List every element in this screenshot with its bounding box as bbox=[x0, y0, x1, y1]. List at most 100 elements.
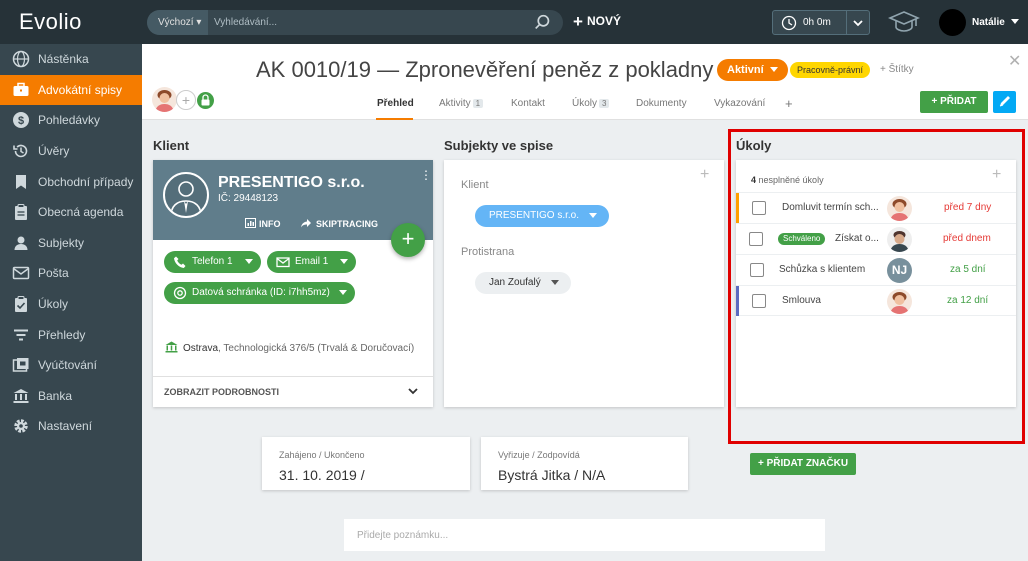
subject-client-chip[interactable]: PRESENTIGO s.r.o. bbox=[475, 205, 610, 227]
subjects-section-title: Subjekty ve spise bbox=[444, 138, 554, 153]
subjects-card: + Klient PRESENTIGO s.r.o. Protistrana J… bbox=[444, 160, 724, 407]
add-person-button[interactable]: + bbox=[176, 90, 196, 110]
graduation-cap-icon[interactable] bbox=[888, 9, 920, 35]
sidebar-item-obchodni-pripady[interactable]: Obchodní případy bbox=[0, 166, 142, 197]
tab-kontakt[interactable]: Kontakt bbox=[511, 98, 545, 109]
email-label: Email 1 bbox=[295, 256, 329, 267]
user-avatar[interactable] bbox=[939, 9, 966, 36]
edit-button[interactable] bbox=[993, 91, 1016, 113]
caret-down-icon bbox=[589, 213, 598, 218]
caret-down-icon bbox=[245, 259, 253, 264]
add-subject-plus-icon[interactable]: + bbox=[700, 166, 709, 184]
clock-icon bbox=[781, 15, 797, 31]
case-tag-badge[interactable]: Pracovně-právní bbox=[790, 62, 871, 78]
client-address-detail: , Technologická 376/5 (Trvalá & Doručova… bbox=[218, 343, 415, 354]
note-input[interactable] bbox=[344, 519, 825, 551]
tab-ukoly[interactable]: Úkoly 3 bbox=[572, 98, 610, 109]
phone-icon bbox=[174, 256, 186, 268]
show-details-label: ZOBRAZIT PODROBNOSTI bbox=[164, 387, 279, 397]
client-section-title: Klient bbox=[153, 138, 190, 153]
tab-prehled[interactable]: Přehled bbox=[377, 98, 414, 109]
tab-add[interactable]: + bbox=[785, 96, 793, 111]
search-icon[interactable] bbox=[534, 14, 551, 31]
plus-icon: + bbox=[573, 12, 583, 31]
tab-dokumenty[interactable]: Dokumenty bbox=[636, 98, 687, 109]
user-menu-caret-icon[interactable] bbox=[1011, 19, 1019, 24]
tab-count-badge: 3 bbox=[599, 99, 610, 108]
handler-value[interactable]: Bystrá Jitka / N/A bbox=[498, 467, 605, 483]
tab-aktivity[interactable]: Aktivity 1 bbox=[439, 98, 484, 109]
email-chip[interactable]: Email 1 bbox=[267, 251, 356, 273]
add-tag-button[interactable]: + PŘIDAT ZNAČKU bbox=[750, 453, 856, 475]
user-name[interactable]: Natálie bbox=[972, 17, 1005, 28]
client-card-header: PRESENTIGO s.r.o. IČ: 29448123 ⋮ INFO SK… bbox=[153, 160, 433, 240]
filter-icon bbox=[14, 329, 28, 341]
close-icon[interactable]: ✕ bbox=[1008, 51, 1021, 71]
sidebar-item-nastenka[interactable]: Nástěnka bbox=[0, 44, 142, 75]
timer-widget[interactable]: 0h 0m bbox=[772, 10, 870, 35]
search-scope-select[interactable]: Výchozí ▾ bbox=[147, 10, 208, 35]
sidebar-item-vyuctovani[interactable]: Vyúčtování bbox=[0, 350, 142, 381]
sidebar-item-label: Banka bbox=[38, 388, 73, 403]
sidebar-item-label: Pohledávky bbox=[38, 113, 101, 128]
tab-count-badge: 1 bbox=[472, 99, 484, 108]
skiptracing-label: SKIPTRACING bbox=[316, 219, 379, 229]
add-button[interactable]: + PŘIDAT bbox=[920, 91, 988, 113]
sidebar-item-ukoly[interactable]: Úkoly bbox=[0, 289, 142, 320]
sidebar-item-pohledavky[interactable]: $ Pohledávky bbox=[0, 105, 142, 136]
sidebar-item-posta[interactable]: Pošta bbox=[0, 258, 142, 289]
add-contact-fab-button[interactable]: + bbox=[391, 223, 425, 257]
subject-client-label: Klient bbox=[461, 179, 489, 191]
plus-icon: + bbox=[757, 458, 767, 469]
sidebar-item-label: Obecná agenda bbox=[38, 205, 124, 220]
dates-label: Zahájeno / Ukončeno bbox=[279, 450, 365, 460]
sidebar-item-prehledy[interactable]: Přehledy bbox=[0, 319, 142, 350]
add-labels-link[interactable]: + Štítky bbox=[880, 64, 914, 75]
active-tab-indicator bbox=[376, 118, 413, 120]
money-icon: $ bbox=[13, 112, 29, 129]
person-photo-icon bbox=[152, 87, 177, 112]
tab-label: Aktivity bbox=[439, 98, 471, 109]
info-link[interactable]: INFO bbox=[245, 218, 281, 229]
sidebar: Nástěnka Advokátní spisy $ Pohledávky Úv… bbox=[0, 44, 142, 561]
handler-label: Vyřizuje / Zodpovídá bbox=[498, 450, 580, 460]
clipboard-icon bbox=[15, 204, 27, 221]
new-button-label: NOVÝ bbox=[586, 14, 621, 28]
gear-icon bbox=[14, 419, 28, 434]
add-tag-label: PŘIDAT ZNAČKU bbox=[766, 458, 849, 469]
sidebar-item-nastaveni[interactable]: Nastavení bbox=[0, 411, 142, 442]
sidebar-item-label: Subjekty bbox=[38, 235, 85, 250]
globe-icon bbox=[12, 51, 30, 68]
phone-chip[interactable]: Telefon 1 bbox=[164, 251, 261, 273]
caret-down-icon bbox=[340, 259, 348, 264]
app-logo[interactable]: Evolio bbox=[19, 9, 82, 35]
tab-vykazovani[interactable]: Vykazování bbox=[714, 98, 765, 109]
pencil-icon bbox=[999, 96, 1010, 107]
skiptracing-link[interactable]: SKIPTRACING bbox=[300, 218, 378, 229]
search-input[interactable] bbox=[208, 10, 518, 35]
sidebar-item-advokatni-spisy[interactable]: Advokátní spisy bbox=[0, 74, 142, 106]
lock-icon[interactable] bbox=[197, 92, 214, 109]
client-card: PRESENTIGO s.r.o. IČ: 29448123 ⋮ INFO SK… bbox=[153, 160, 433, 407]
sidebar-item-uvery[interactable]: Úvěry bbox=[0, 136, 142, 167]
bank-icon bbox=[13, 388, 29, 403]
new-button[interactable]: + NOVÝ bbox=[573, 12, 621, 32]
sidebar-item-banka[interactable]: Banka bbox=[0, 381, 142, 412]
sidebar-item-obecna-agenda[interactable]: Obecná agenda bbox=[0, 197, 142, 228]
sidebar-item-subjekty[interactable]: Subjekty bbox=[0, 228, 142, 259]
chevron-down-icon[interactable] bbox=[851, 16, 865, 30]
tab-label: Dokumenty bbox=[636, 98, 687, 109]
opponent-chip[interactable]: Jan Zoufalý bbox=[475, 272, 571, 294]
phone-label: Telefon 1 bbox=[192, 256, 233, 267]
more-vertical-icon[interactable]: ⋮ bbox=[420, 168, 432, 182]
tab-label: Úkoly bbox=[572, 98, 598, 109]
client-name[interactable]: PRESENTIGO s.r.o. bbox=[218, 174, 365, 192]
add-button-label: PŘIDAT bbox=[940, 96, 977, 107]
dates-value[interactable]: 31. 10. 2019 / bbox=[279, 467, 365, 483]
responsible-avatar[interactable] bbox=[152, 87, 177, 112]
databox-chip[interactable]: Datová schránka (ID: i7hh5mz) bbox=[164, 282, 355, 304]
person-icon bbox=[14, 236, 28, 250]
status-dropdown[interactable]: Aktivní bbox=[717, 59, 788, 81]
dates-card: Zahájeno / Ukončeno 31. 10. 2019 / bbox=[262, 437, 470, 490]
show-details-toggle[interactable]: ZOBRAZIT PODROBNOSTI bbox=[153, 376, 433, 407]
